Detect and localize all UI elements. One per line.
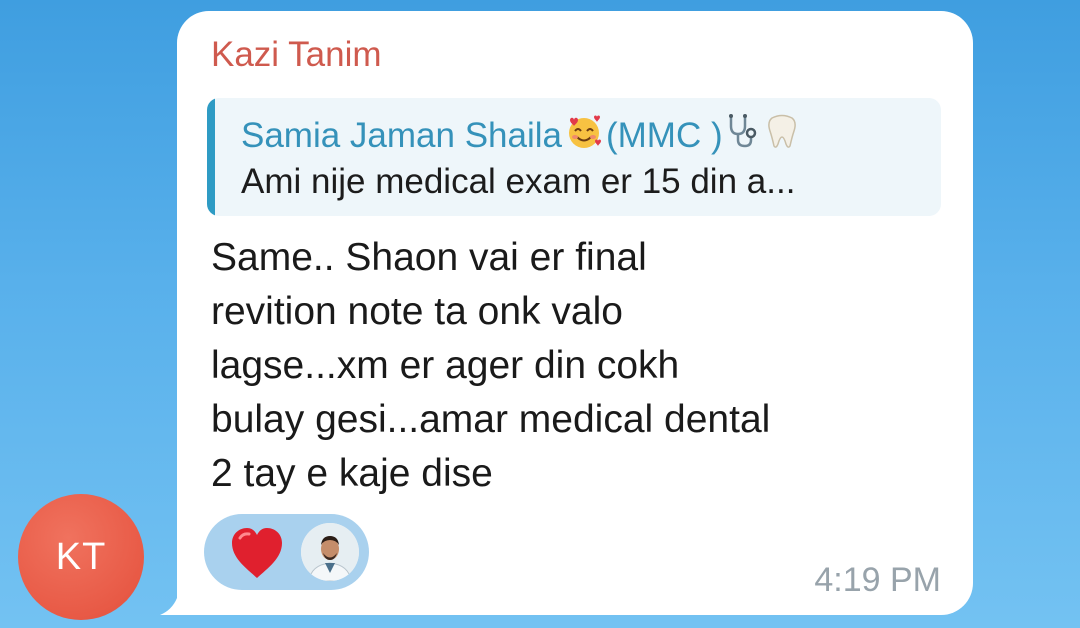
reply-author: Samia Jaman Shaila (MMC ): [241, 112, 803, 159]
reaction-pill[interactable]: [204, 514, 369, 590]
reply-author-suffix: (MMC ): [606, 115, 723, 155]
message-timestamp: 4:19 PM: [814, 561, 941, 599]
sender-name[interactable]: Kazi Tanim: [211, 35, 382, 75]
smiling-face-with-hearts-icon: [564, 112, 604, 159]
red-heart-icon: [226, 524, 288, 582]
message-text: Same.. Shaon vai er final revition note …: [211, 236, 771, 495]
message-bubble[interactable]: Kazi Tanim Samia Jaman Shaila (MMC ) Ami…: [177, 11, 973, 615]
avatar-initials: KT: [55, 535, 107, 578]
stethoscope-icon: [725, 112, 759, 159]
tooth-icon: [763, 112, 801, 159]
reply-author-name: Samia Jaman Shaila: [241, 115, 562, 155]
reactor-avatar: [301, 523, 359, 581]
reply-text: Ami nije medical exam er 15 din a...: [241, 162, 796, 201]
reply-accent-bar: [207, 98, 215, 216]
reply-quote[interactable]: Samia Jaman Shaila (MMC ) Ami nije medic…: [207, 98, 941, 216]
sender-avatar[interactable]: KT: [18, 494, 144, 620]
